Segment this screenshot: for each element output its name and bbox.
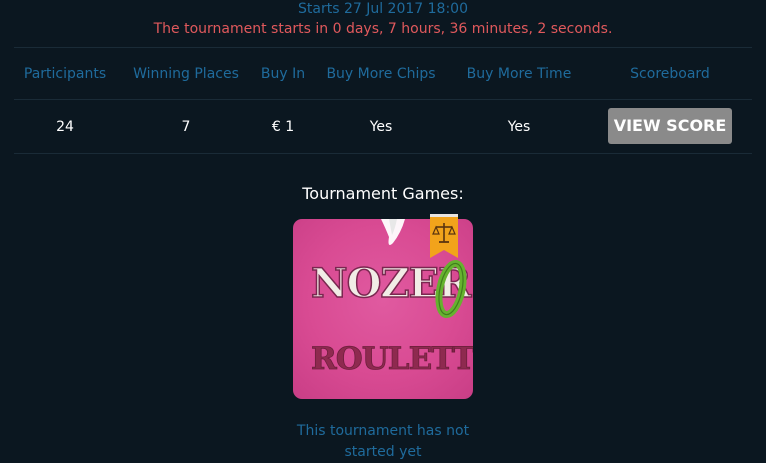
tournament-countdown: The tournament starts in 0 days, 7 hours… [153,21,613,37]
cell-buy-more-time: Yes [507,119,531,135]
tournament-games-title: Tournament Games: [302,184,464,203]
tournament-status: This tournament has not started yet [283,421,483,463]
logo-line2: ROULETTE [311,341,473,377]
cell-winning-places: 7 [181,119,191,135]
cell-buy-more-chips: Yes [369,119,393,135]
header-buy-more-chips: Buy More Chips [326,66,436,82]
status-line1: This tournament has not [296,423,470,439]
header-participants: Participants [23,66,107,82]
tournament-starts: Starts 27 Jul 2017 18:00 [298,1,468,17]
view-score-button[interactable]: VIEW SCORE [608,108,732,144]
divider-bottom [14,153,752,154]
scales-icon [430,214,458,258]
cell-participants: 24 [56,119,74,135]
divider-top [14,47,752,48]
status-line2: started yet [344,444,422,460]
cell-buy-in: € 1 [271,119,295,135]
header-scoreboard: Scoreboard [630,66,710,82]
divider-middle [14,99,752,100]
header-winning-places: Winning Places [133,66,239,82]
header-buy-more-time: Buy More Time [466,66,572,82]
header-buy-in: Buy In [260,66,306,82]
scales-badge [430,214,458,258]
